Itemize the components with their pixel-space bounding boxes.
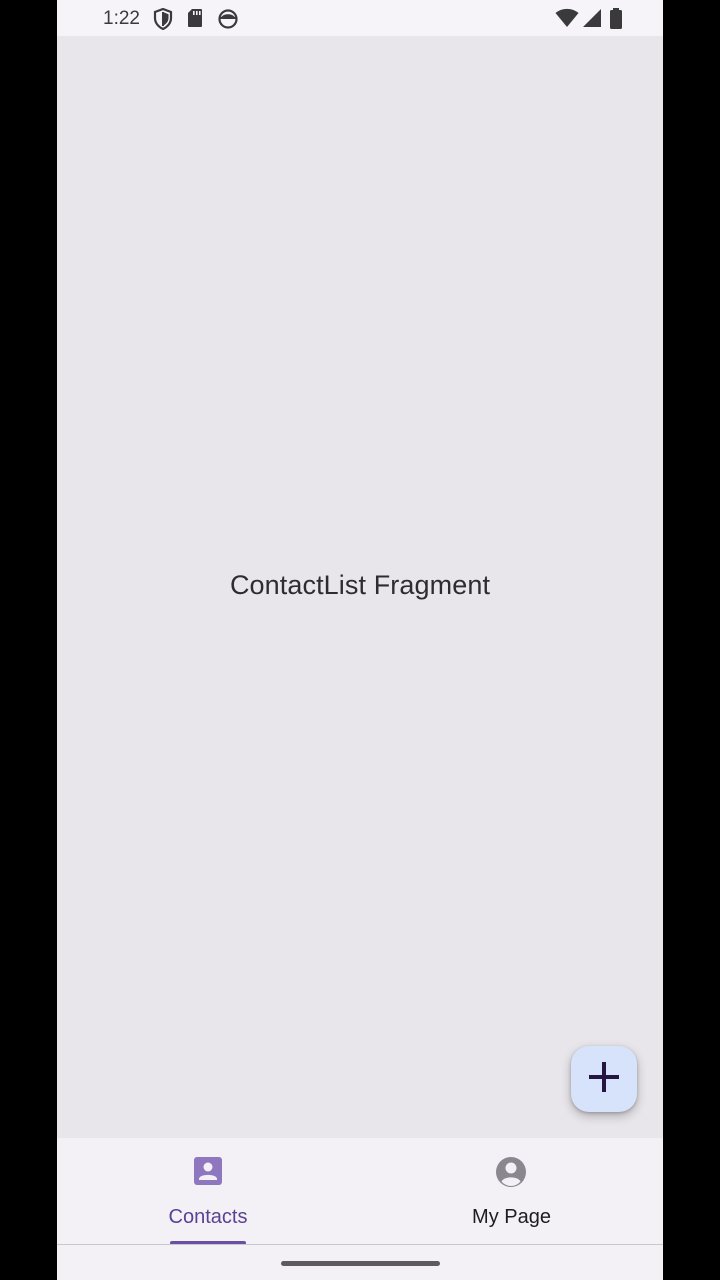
contact-card-icon [193,1156,223,1191]
sd-card-icon [187,8,203,33]
nav-item-contacts[interactable]: Contacts [57,1138,360,1245]
fragment-container: ContactList Fragment [57,36,663,1138]
add-contact-button[interactable] [571,1046,637,1112]
status-bar: 1:22 [57,0,663,36]
fragment-label: ContactList Fragment [229,570,491,600]
gesture-navigation-area [57,1244,663,1280]
nav-item-my-page[interactable]: My Page [360,1138,663,1244]
gesture-handle[interactable] [281,1261,440,1266]
wifi-icon [555,8,579,33]
status-time: 1:22 [103,8,140,29]
account-circle-icon [495,1156,527,1193]
bottom-navigation: Contacts My Page [57,1138,663,1245]
phone-screen: 1:22 ContactList Fragment Contacts My Pa… [57,0,663,1280]
nav-label-my-page: My Page [472,1206,551,1228]
cell-signal-icon [582,8,602,33]
shield-icon [153,7,173,35]
battery-icon [609,8,623,35]
android-face-icon [217,8,239,35]
nav-label-contacts: Contacts [168,1206,248,1228]
plus-icon [586,1059,622,1100]
